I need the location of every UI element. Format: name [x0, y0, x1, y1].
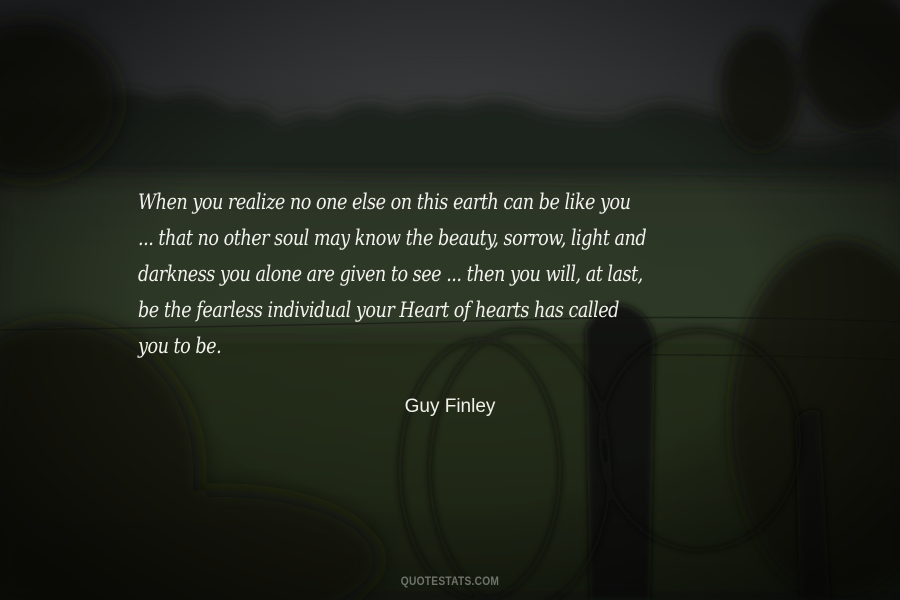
quote-text: When you realize no one else on this ear… — [138, 184, 676, 364]
quote-line: you to be. — [138, 334, 222, 358]
site-watermark: QUOTESTATS.COM — [400, 574, 500, 588]
quote-image: When you realize no one else on this ear… — [0, 0, 900, 600]
quote-line: darkness you alone are given to see ... … — [138, 262, 643, 286]
quote-line: be the fearless individual your Heart of… — [138, 298, 619, 322]
quote-line: When you realize no one else on this ear… — [138, 190, 631, 214]
quote-author: Guy Finley — [404, 396, 496, 417]
quote-line: ... that no other soul may know the beau… — [138, 226, 647, 250]
